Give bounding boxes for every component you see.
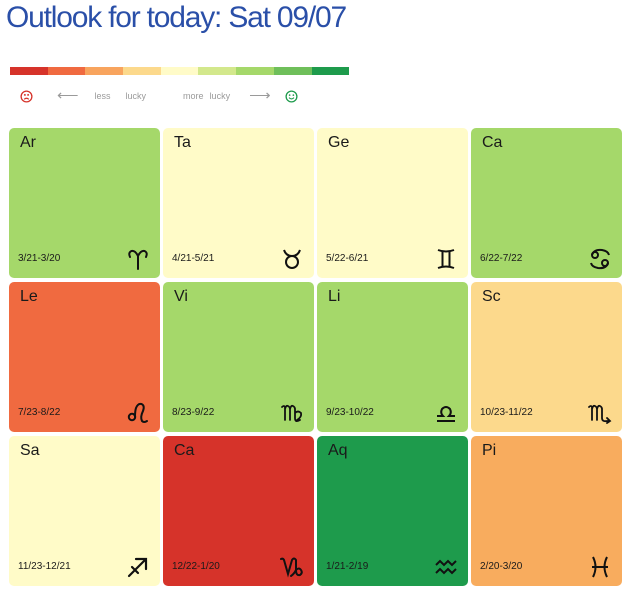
- sign-abbreviation: Ta: [174, 134, 191, 151]
- gemini-icon: [437, 249, 455, 269]
- sign-card-taurus[interactable]: Ta 4/21-5/21: [163, 128, 314, 278]
- sign-card-aquarius[interactable]: Aq 1/21-2/19: [317, 436, 468, 586]
- sign-card-scorpio[interactable]: Sc 10/23-11/22: [471, 282, 622, 432]
- sad-face-icon: [20, 89, 33, 103]
- sign-abbreviation: Sc: [482, 288, 501, 305]
- sign-card-libra[interactable]: Li 9/23-10/22: [317, 282, 468, 432]
- pisces-icon: [592, 556, 608, 578]
- scale-segment: [10, 67, 48, 75]
- leo-icon: [127, 402, 148, 423]
- sign-date-range: 3/21-3/20: [18, 253, 61, 264]
- scale-segment: [85, 67, 124, 75]
- sign-card-pisces[interactable]: Pi 2/20-3/20: [471, 436, 622, 586]
- scale-segment: [273, 67, 312, 75]
- sign-date-range: 8/23-9/22: [172, 407, 215, 418]
- sign-date-range: 11/23-12/21: [18, 561, 71, 572]
- sign-card-leo[interactable]: Le 7/23-8/22: [9, 282, 160, 432]
- sign-abbreviation: Ge: [328, 134, 350, 151]
- taurus-icon: [283, 249, 301, 269]
- scale-segment: [123, 67, 161, 75]
- sign-date-range: 12/22-1/20: [172, 561, 220, 572]
- more-label: more: [183, 91, 204, 101]
- scale-segment: [198, 67, 237, 75]
- cancer-icon: [590, 248, 610, 270]
- lucky-label: lucky: [125, 91, 147, 101]
- sign-card-sagittarius[interactable]: Sa 11/23-12/21: [9, 436, 160, 586]
- right-arrow-icon: ⟶: [249, 87, 271, 104]
- luck-color-scale: [10, 67, 350, 75]
- sign-abbreviation: Aq: [328, 442, 348, 459]
- sign-abbreviation: Pi: [482, 442, 497, 459]
- libra-icon: [437, 406, 455, 422]
- sign-abbreviation: Ar: [20, 134, 36, 151]
- lucky-label: lucky: [209, 91, 231, 101]
- left-arrow-icon: ⟵: [57, 87, 79, 104]
- sign-card-virgo[interactable]: Vi 8/23-9/22: [163, 282, 314, 432]
- sign-card-gemini[interactable]: Ge 5/22-6/21: [317, 128, 468, 278]
- sign-date-range: 4/21-5/21: [172, 253, 215, 264]
- smiley-face-icon: [285, 89, 298, 103]
- sign-card-aries[interactable]: Ar 3/21-3/20: [9, 128, 160, 278]
- scorpio-icon: [588, 404, 612, 424]
- aquarius-icon: [435, 559, 457, 575]
- sagittarius-icon: [127, 557, 148, 578]
- aries-icon: [128, 249, 148, 270]
- scale-segment: [47, 67, 86, 75]
- sign-card-capricorn[interactable]: Ca 12/22-1/20: [163, 436, 314, 586]
- sign-card-cancer[interactable]: Ca 6/22-7/22: [471, 128, 622, 278]
- scale-segment: [236, 67, 274, 75]
- sign-date-range: 9/23-10/22: [326, 407, 374, 418]
- sign-date-range: 7/23-8/22: [18, 407, 61, 418]
- sign-abbreviation: Sa: [20, 442, 40, 459]
- sign-abbreviation: Li: [328, 288, 341, 305]
- virgo-icon: [281, 404, 303, 423]
- scale-segment: [311, 67, 350, 75]
- sign-date-range: 6/22-7/22: [480, 253, 523, 264]
- less-label: less: [94, 91, 111, 101]
- sign-abbreviation: Vi: [174, 288, 188, 305]
- sign-date-range: 5/22-6/21: [326, 253, 369, 264]
- luck-legend: ⟵ less lucky more lucky ⟶: [20, 87, 298, 105]
- sign-abbreviation: Ca: [482, 134, 503, 151]
- sign-date-range: 1/21-2/19: [326, 561, 369, 572]
- sign-date-range: 10/23-11/22: [480, 407, 533, 418]
- capricorn-icon: [280, 557, 303, 578]
- scale-segment: [160, 67, 199, 75]
- sign-abbreviation: Ca: [174, 442, 195, 459]
- zodiac-grid: Ar 3/21-3/20 Ta 4/21-5/21 Ge 5/22-6/21 C…: [9, 128, 622, 586]
- sign-abbreviation: Le: [20, 288, 38, 305]
- page-title: Outlook for today: Sat 09/07: [6, 1, 347, 34]
- sign-date-range: 2/20-3/20: [480, 561, 523, 572]
